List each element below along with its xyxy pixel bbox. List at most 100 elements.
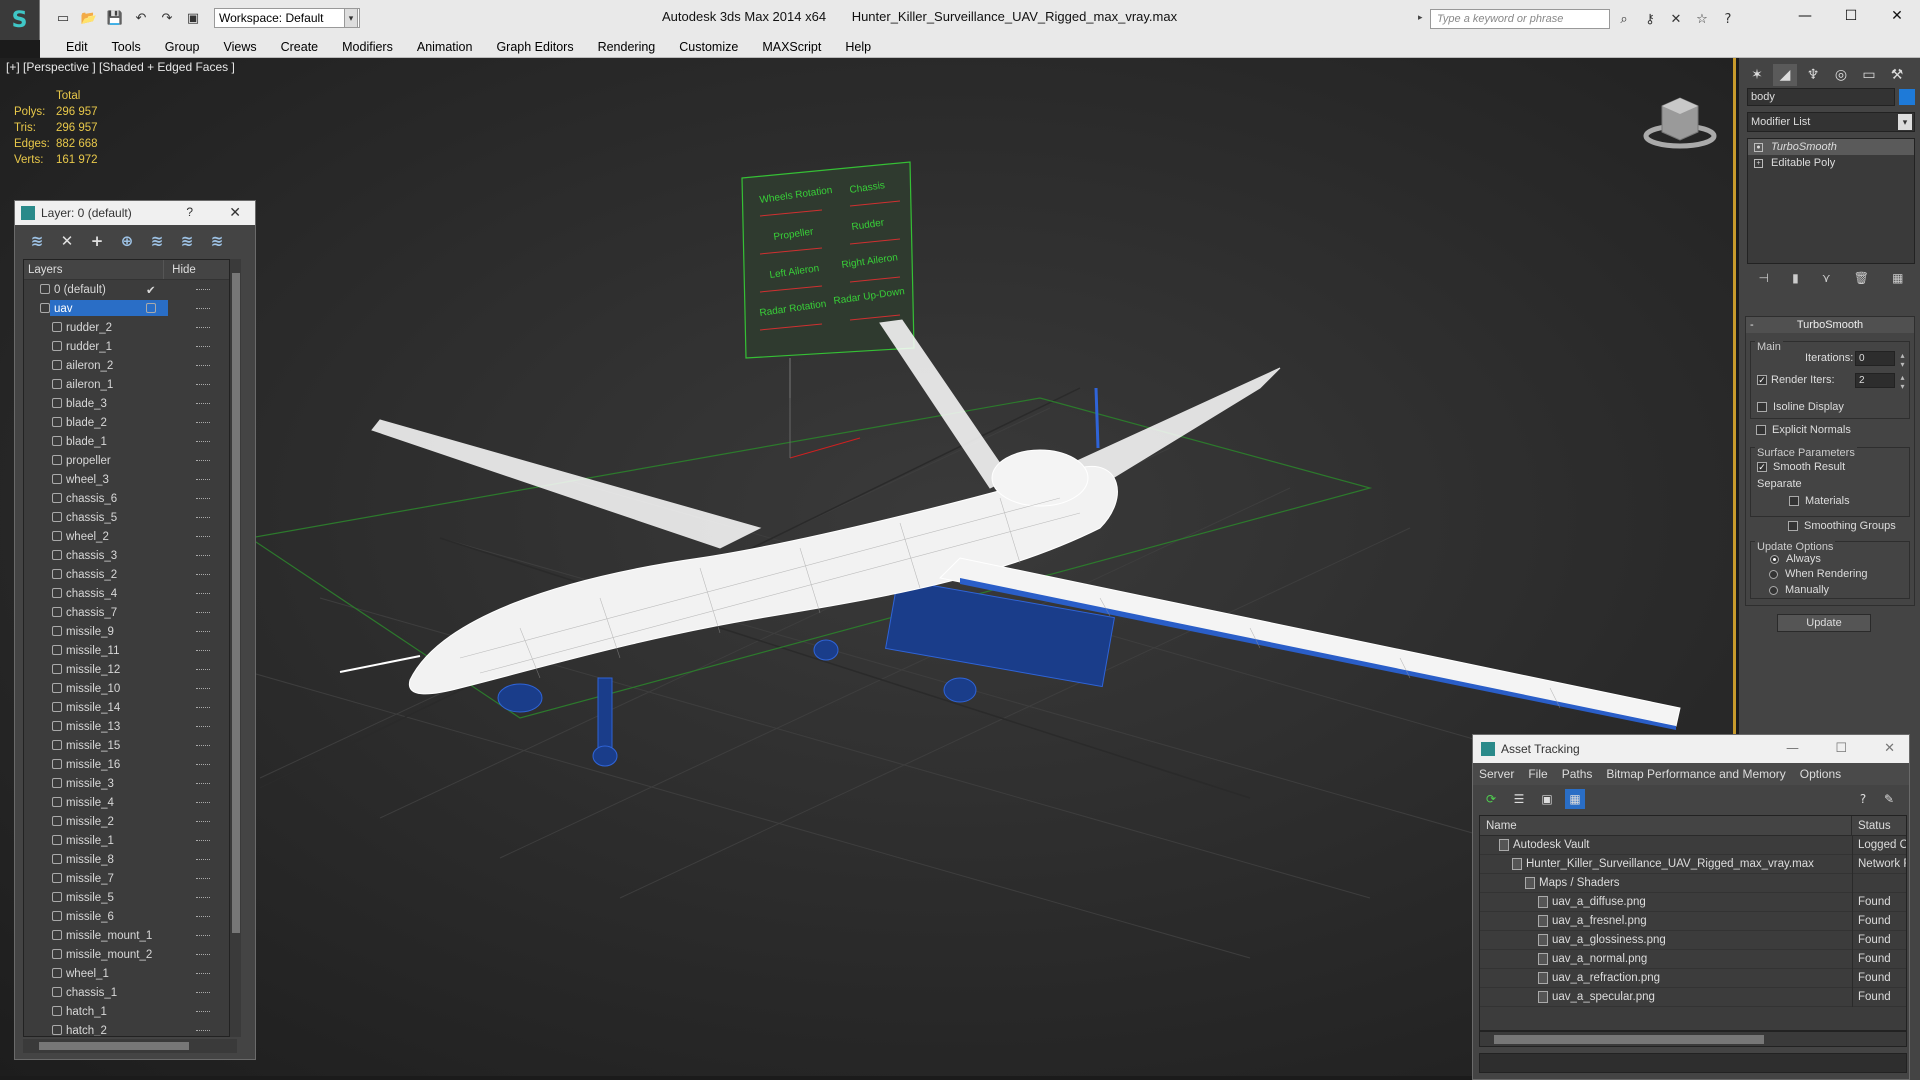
save-icon[interactable]: 💾 [104,8,126,28]
key-icon[interactable]: ⚷ [1640,9,1660,29]
asset-row[interactable]: Hunter_Killer_Surveillance_UAV_Rigged_ma… [1480,855,1906,874]
menu-help[interactable]: Help [833,40,883,54]
hide-toggle[interactable] [196,745,210,747]
minimize-icon[interactable]: — [1782,0,1828,32]
asset-row[interactable]: Autodesk Vault Logged O [1480,836,1906,855]
asset-row[interactable]: uav_a_diffuse.png Found [1480,893,1906,912]
close-icon[interactable]: ✕ [1884,741,1895,756]
menu-file[interactable]: File [1528,767,1547,781]
layer-row[interactable]: chassis_4 [24,584,236,603]
layer-row[interactable]: missile_mount_1 [24,926,236,945]
menu-views[interactable]: Views [211,40,268,54]
layer-row[interactable]: missile_4 [24,793,236,812]
star-icon[interactable]: ☆ [1692,9,1712,29]
binoculars-icon[interactable]: ⌕ [1614,9,1634,29]
layer-row[interactable]: missile_2 [24,812,236,831]
layer-row[interactable]: uav [24,299,236,318]
layer-list-scrollbar[interactable] [229,259,241,1037]
hide-toggle[interactable] [196,688,210,690]
maximize-icon[interactable]: ☐ [1828,0,1874,32]
select-in-layer-icon[interactable]: ⊕ [117,231,137,251]
stack-item-turbosmooth[interactable]: ● TurboSmooth [1748,139,1914,155]
hide-toggle[interactable] [196,783,210,785]
menu-server[interactable]: Server [1479,767,1514,781]
add-layer-icon[interactable]: + [87,231,107,251]
make-unique-icon[interactable]: ⋎ [1822,271,1831,285]
scrollbar-thumb[interactable] [232,273,240,933]
asset-row[interactable]: uav_a_refraction.png Found [1480,969,1906,988]
menu-animation[interactable]: Animation [405,40,485,54]
hide-toggle[interactable] [196,289,210,291]
layer-row[interactable]: wheel_1 [24,964,236,983]
asset-row[interactable]: uav_a_glossiness.png Found [1480,931,1906,950]
menu-graph-editors[interactable]: Graph Editors [484,40,585,54]
layer-row[interactable]: missile_15 [24,736,236,755]
uav-wireframe-model[interactable] [339,319,1681,767]
layer-row[interactable]: propeller [24,451,236,470]
column-hide[interactable]: Hide [164,264,204,276]
hide-toggle[interactable] [196,574,210,576]
column-layers[interactable]: Layers [24,260,164,279]
lightbulb-icon[interactable]: ● [1754,142,1763,152]
active-layer-check-icon[interactable]: ✔ [146,283,156,297]
new-file-icon[interactable]: ▭ [52,8,74,28]
app-logo-icon[interactable]: S [0,0,40,40]
hide-toggle[interactable] [196,479,210,481]
object-color-swatch[interactable] [1899,89,1915,105]
layer-list[interactable]: Layers Hide 0 (default) ✔ uav rudder_2 rudde… [23,259,237,1037]
hide-toggle[interactable] [196,460,210,462]
layer-panel-titlebar[interactable]: Layer: 0 (default) ? ✕ [15,201,255,225]
hide-toggle[interactable] [196,840,210,842]
hide-toggle[interactable] [196,707,210,709]
highlight-icon[interactable]: ✎ [1879,789,1899,809]
layer-row[interactable]: missile_11 [24,641,236,660]
pin-stack-icon[interactable]: ⊣ [1759,271,1769,285]
menu-group[interactable]: Group [153,40,212,54]
remove-modifier-icon[interactable]: 🗑 [1854,271,1869,285]
hide-toggle[interactable] [196,1011,210,1013]
table-view-icon[interactable]: ▦ [1565,789,1585,809]
hide-toggle[interactable] [196,327,210,329]
layer-row[interactable]: chassis_1 [24,983,236,1002]
layer-properties-icon[interactable]: ≋ [27,231,47,251]
layer-row[interactable]: aileron_1 [24,375,236,394]
layer-row[interactable]: missile_3 [24,774,236,793]
layer-row[interactable]: blade_3 [24,394,236,413]
layer-row[interactable]: missile_mount_2 [24,945,236,964]
layer-row[interactable]: missile_7 [24,869,236,888]
layer-row[interactable]: missile_5 [24,888,236,907]
hide-toggle[interactable] [196,612,210,614]
search-expand-icon[interactable]: ▸ [1418,12,1423,23]
motion-tab-icon[interactable]: ◎ [1829,64,1853,86]
stack-item-editable-poly[interactable]: + Editable Poly [1748,155,1914,171]
configure-sets-icon[interactable]: ▦ [1892,271,1903,285]
column-status[interactable]: Status [1852,820,1891,832]
layer-row[interactable]: chassis_7 [24,603,236,622]
hide-toggle[interactable] [196,593,210,595]
asset-row[interactable]: uav_a_fresnel.png Found [1480,912,1906,931]
hide-toggle[interactable] [196,916,210,918]
layer-row[interactable]: missile_12 [24,660,236,679]
hide-toggle[interactable] [196,498,210,500]
utilities-tab-icon[interactable]: ⚒ [1885,64,1909,86]
layer-row[interactable]: wheel_2 [24,527,236,546]
hide-toggle[interactable] [196,650,210,652]
menu-paths[interactable]: Paths [1562,767,1593,781]
modify-tab-icon[interactable]: ◢ [1773,64,1797,86]
help-icon[interactable]: ? [1718,9,1738,29]
menu-customize[interactable]: Customize [667,40,750,54]
asset-table-scrollbar[interactable] [1479,1031,1907,1047]
layer-row[interactable]: missile_8 [24,850,236,869]
workspace-menu-button[interactable]: ▾ [344,8,358,28]
hide-toggle[interactable] [196,954,210,956]
layer-row[interactable]: chassis_3 [24,546,236,565]
asset-row[interactable]: uav_a_specular.png Found [1480,988,1906,1007]
open-file-icon[interactable]: 📂 [78,8,100,28]
menu-create[interactable]: Create [269,40,331,54]
minimize-icon[interactable]: — [1786,741,1799,756]
workspace-dropdown[interactable]: Workspace: Default ▾ [214,8,360,28]
menu-rendering[interactable]: Rendering [586,40,668,54]
hide-toggle[interactable] [196,555,210,557]
rig-control-panel[interactable]: Wheels Rotation Chassis Propeller Rudder… [741,161,915,438]
layer-row[interactable]: missile_6 [24,907,236,926]
